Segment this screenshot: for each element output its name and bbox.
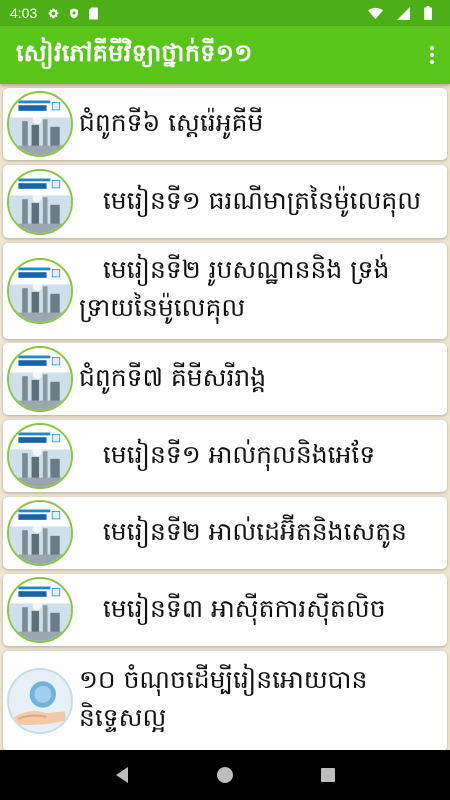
app-bar: សៀវភៅគីមីវិទ្យាថ្នាក់ទី១១	[0, 26, 450, 84]
list-item-label: មេរៀនទី១ ធរណីមាត្រនៃម៉ូលេគុល	[79, 186, 422, 215]
book-cover-icon	[7, 169, 73, 235]
list-item[interactable]: ជំពូកទី៦ ស្តេរ៉េអូគីមី	[3, 88, 447, 160]
list-item[interactable]: មេរៀនទី២ អាល់ដេអ៊ីតនិងសេតូន	[3, 497, 447, 569]
home-icon[interactable]	[215, 765, 235, 785]
list-item[interactable]: មេរៀនទី១ ធរណីមាត្រនៃម៉ូលេគុល	[3, 165, 447, 238]
list-item[interactable]: មេរៀនទី៣ អាស៊ីតការស៊ីតលិច	[3, 574, 447, 646]
status-bar: 4:03	[0, 0, 450, 26]
book-cover-icon	[7, 346, 73, 412]
recents-icon[interactable]	[318, 765, 338, 785]
book-cover-icon	[7, 577, 73, 643]
list-item[interactable]: ជំពូកទី៧ គីមីសរីរាង្គ	[3, 343, 447, 415]
overflow-menu-icon[interactable]	[424, 41, 440, 69]
book-cover-icon	[7, 91, 73, 157]
book-cover-icon	[7, 500, 73, 566]
wifi-icon	[368, 7, 383, 20]
globe-hand-icon	[7, 668, 73, 734]
book-cover-icon	[7, 423, 73, 489]
shield-icon	[68, 7, 80, 20]
list-item-label: មេរៀនទី៣ អាស៊ីតការស៊ីតលិច	[79, 594, 386, 623]
list-item-label: មេរៀនទី២ រូបសណ្ឋាននិង ទ្រង់ទ្រាយនៃម៉ូលេគ…	[79, 255, 390, 322]
list-item-label: មេរៀនទី១ អាល់កុលនិងអេទែ	[79, 440, 376, 469]
chapter-list[interactable]: ជំពូកទី៦ ស្តេរ៉េអូគីមី មេរៀនទី១ ធរណីមាត្…	[0, 84, 450, 750]
list-item-label: មេរៀនទី២ អាល់ដេអ៊ីតនិងសេតូន	[79, 517, 407, 546]
list-item[interactable]: មេរៀនទី២ រូបសណ្ឋាននិង ទ្រង់ទ្រាយនៃម៉ូលេគ…	[3, 243, 447, 339]
status-time: 4:03	[10, 5, 38, 21]
book-cover-icon	[7, 258, 73, 324]
sd-card-icon	[88, 7, 99, 20]
list-item-label: ជំពូកទី៦ ស្តេរ៉េអូគីមី	[79, 108, 264, 137]
list-item[interactable]: ១០ ចំណុចដើម្បីរៀនអោយបាន និទ្ទេសល្អ	[3, 651, 447, 750]
signal-icon	[397, 6, 410, 20]
navigation-bar	[0, 750, 450, 800]
app-title: សៀវភៅគីមីវិទ្យាថ្នាក់ទី១១	[16, 38, 253, 67]
gear-icon	[47, 7, 60, 20]
battery-icon	[424, 6, 432, 20]
back-icon[interactable]	[112, 765, 132, 785]
list-item-label: ១០ ចំណុចដើម្បីរៀនអោយបាន និទ្ទេសល្អ	[79, 665, 368, 732]
list-item-label: ជំពូកទី៧ គីមីសរីរាង្គ	[79, 363, 267, 392]
list-item[interactable]: មេរៀនទី១ អាល់កុលនិងអេទែ	[3, 420, 447, 492]
